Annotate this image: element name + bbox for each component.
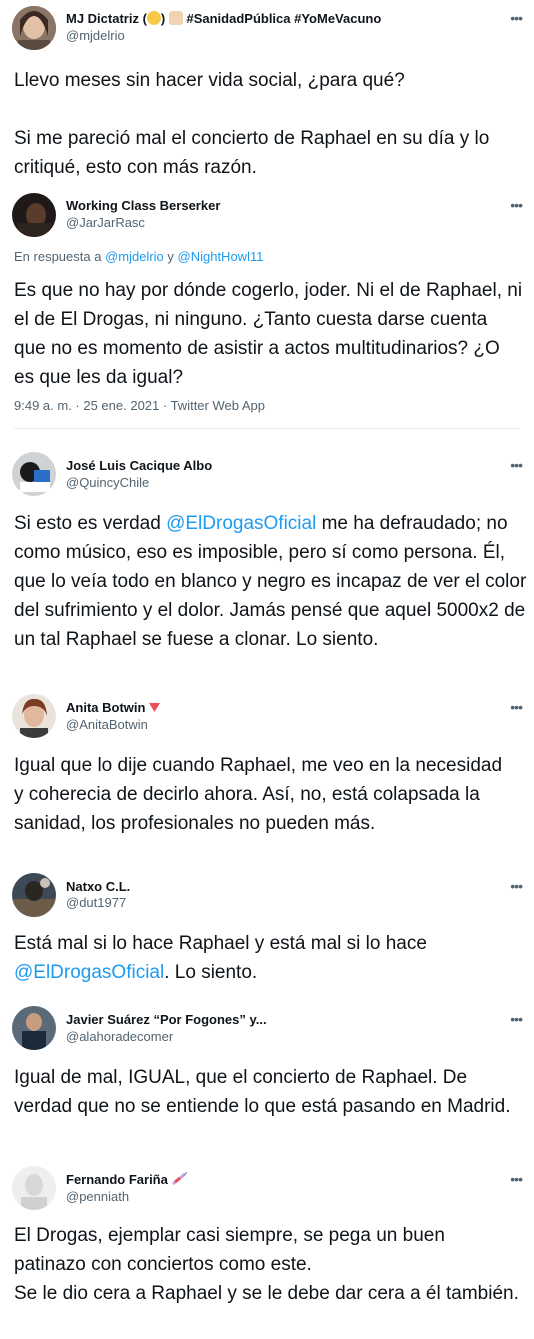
author-name[interactable]: Working Class Berserker — [66, 198, 220, 213]
reply-mention-2[interactable]: @NightHowl11 — [178, 249, 264, 264]
tweet-5: Natxo C.L. @dut1977 ••• Está mal si lo h… — [0, 873, 534, 993]
mention-link[interactable]: @ElDrogasOficial — [14, 962, 164, 983]
avatar[interactable] — [12, 452, 56, 496]
tweet-2: Working Class Berserker @JarJarRasc ••• … — [0, 190, 534, 435]
avatar[interactable] — [12, 1166, 56, 1210]
author-handle[interactable]: @JarJarRasc — [66, 215, 145, 230]
more-options-icon[interactable]: ••• — [510, 878, 523, 894]
author-name[interactable]: Anita Botwin — [66, 700, 161, 715]
more-options-icon[interactable]: ••• — [510, 699, 523, 715]
author-name[interactable]: Javier Suárez “Por Fogones” y... — [66, 1012, 267, 1027]
avatar[interactable] — [12, 873, 56, 917]
text-part: . Lo siento. — [164, 962, 258, 983]
author-handle[interactable]: @alahoradecomer — [66, 1029, 173, 1044]
tweet-text: El Drogas, ejemplar casi siempre, se peg… — [14, 1225, 519, 1304]
avatar[interactable] — [12, 193, 56, 237]
tweet-text: Igual de mal, IGUAL, que el concierto de… — [14, 1067, 511, 1117]
more-options-icon[interactable]: ••• — [510, 1171, 523, 1187]
tweet-text: Igual que lo dije cuando Raphael, me veo… — [14, 755, 503, 834]
text-part: Está mal si lo hace Raphael y está mal s… — [14, 933, 427, 954]
author-hashtags: #SanidadPública #YoMeVacuno — [182, 11, 382, 26]
tweet-text: Está mal si lo hace Raphael y está mal s… — [14, 929, 514, 987]
author-name[interactable]: Fernando Fariña — [66, 1171, 188, 1187]
tweet-7: Fernando Fariña @penniath ••• El Drogas,… — [0, 1164, 534, 1339]
mask-emoji-icon — [146, 11, 161, 25]
tweet-text: Es que no hay por dónde cogerlo, joder. … — [14, 280, 523, 388]
author-name-text: MJ Dictatriz ( — [66, 11, 147, 26]
avatar[interactable] — [12, 694, 56, 738]
author-name-text: Anita Botwin — [66, 700, 146, 715]
author-name-suffix: ) — [160, 11, 169, 26]
reply-context: En respuesta a @mjdelrio y @NightHowl11 — [14, 249, 263, 264]
text-part: Si esto es verdad — [14, 513, 167, 534]
author-name[interactable]: Natxo C.L. — [66, 879, 130, 894]
author-name[interactable]: MJ Dictatriz () #SanidadPública #YoMeVac… — [66, 11, 381, 26]
raised-fist-emoji-icon — [168, 11, 183, 25]
tweet-text: Si esto es verdad @ElDrogasOficial me ha… — [14, 509, 534, 654]
author-handle[interactable]: @QuincyChile — [66, 475, 149, 490]
author-name[interactable]: José Luis Cacique Albo — [66, 458, 212, 473]
avatar[interactable] — [12, 1006, 56, 1050]
more-options-icon[interactable]: ••• — [510, 457, 523, 473]
tweet-1: MJ Dictatriz () #SanidadPública #YoMeVac… — [0, 0, 534, 195]
reply-prefix: En respuesta a — [14, 249, 106, 264]
more-options-icon[interactable]: ••• — [510, 1011, 523, 1027]
author-handle[interactable]: @AnitaBotwin — [66, 717, 148, 732]
tweet-4: Anita Botwin @AnitaBotwin ••• Igual que … — [0, 692, 534, 867]
syringe-icon — [172, 1171, 188, 1186]
tweet-3: José Luis Cacique Albo @QuincyChile ••• … — [0, 450, 534, 685]
avatar[interactable] — [12, 6, 56, 50]
author-handle[interactable]: @penniath — [66, 1189, 129, 1204]
author-handle[interactable]: @dut1977 — [66, 895, 126, 910]
tweet-timestamp[interactable]: 9:49 a. m. · 25 ene. 2021 · Twitter Web … — [14, 398, 265, 413]
more-options-icon[interactable]: ••• — [510, 197, 523, 213]
author-handle[interactable]: @mjdelrio — [66, 28, 125, 43]
divider — [14, 428, 520, 429]
tweet-text: Llevo meses sin hacer vida social, ¿para… — [14, 70, 490, 178]
mention-link[interactable]: @ElDrogasOficial — [166, 513, 316, 534]
reply-and: y — [163, 249, 178, 264]
author-name-text: Fernando Fariña — [66, 1172, 168, 1187]
more-options-icon[interactable]: ••• — [510, 10, 523, 26]
reply-mention-1[interactable]: @mjdelrio — [105, 249, 164, 264]
red-triangle-icon — [149, 703, 161, 712]
tweet-6: Javier Suárez “Por Fogones” y... @alahor… — [0, 1004, 534, 1154]
